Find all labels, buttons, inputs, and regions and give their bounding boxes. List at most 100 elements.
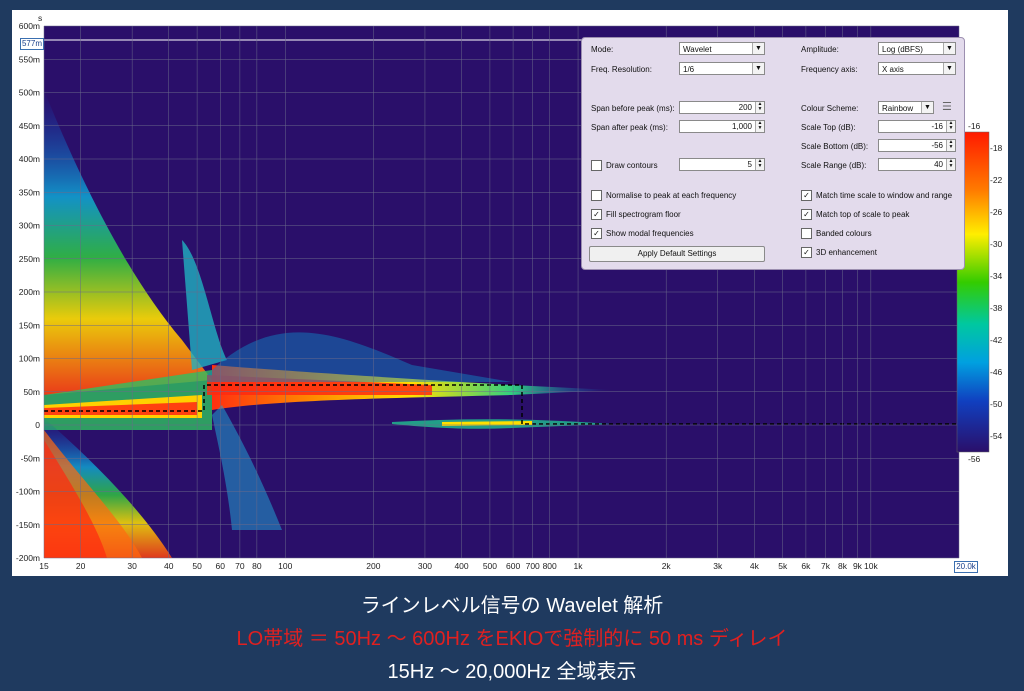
colorbar-bottom-label: -56 <box>968 454 981 464</box>
amplitude-select[interactable]: Log (dBFS) ▼ <box>878 42 956 55</box>
scale-top-input[interactable]: -16 ▲ ▼ <box>878 120 956 133</box>
y-axis-ticks: 600m 550m 500m 450m 400m 350m 300m 250m 200m 150m… <box>16 21 40 563</box>
colorbar-tick-label: -42 <box>990 335 1003 345</box>
spinner-icon[interactable]: ▲ ▼ <box>946 140 955 151</box>
colorbar-tick-label: -46 <box>990 367 1003 377</box>
fill-floor-label: Fill spectrogram floor <box>606 210 681 219</box>
y-tick-label: 100m <box>19 354 40 364</box>
y-tick-label: 150m <box>19 320 40 330</box>
spectrogram-settings-panel: Mode: Wavelet ▼ Freq. Resolution: 1/6 ▼ Am… <box>581 37 965 270</box>
x-tick-label: 2k <box>662 561 672 571</box>
span-after-label: Span after peak (ms): <box>591 123 668 132</box>
draw-contours-input[interactable]: 5 ▲ ▼ <box>679 158 765 171</box>
x-tick-label: 800 <box>543 561 557 571</box>
scale-range-label: Scale Range (dB): <box>801 161 867 170</box>
x-tick-label: 20 <box>76 561 86 571</box>
y-tick-label: -50m <box>21 453 40 463</box>
3d-enhancement-checkbox[interactable]: ✓ <box>801 247 812 258</box>
x-tick-label: 10k <box>864 561 878 571</box>
x-tick-label: 6k <box>801 561 811 571</box>
3d-enhancement-label: 3D enhancement <box>816 248 877 257</box>
chevron-down-icon: ▼ <box>943 43 955 54</box>
freq-resolution-select[interactable]: 1/6 ▼ <box>679 62 765 75</box>
x-tick-label: 30 <box>127 561 137 571</box>
colorbar-tick-label: -38 <box>990 303 1003 313</box>
x-tick-label: 4k <box>750 561 760 571</box>
x-tick-label: 200 <box>366 561 380 571</box>
x-tick-label: 40 <box>164 561 174 571</box>
x-cursor-readout: 20.0k <box>954 561 978 573</box>
colorbar-tick-label: -18 <box>990 143 1003 153</box>
spinner-icon[interactable]: ▲ ▼ <box>755 121 764 132</box>
mode-select[interactable]: Wavelet ▼ <box>679 42 765 55</box>
banded-colours-label: Banded colours <box>816 229 872 238</box>
apply-default-settings-button[interactable]: Apply Default Settings <box>589 246 765 262</box>
span-after-input[interactable]: 1,000 ▲ ▼ <box>679 120 765 133</box>
x-tick-label: 8k <box>838 561 848 571</box>
frequency-axis-select[interactable]: X axis ▼ <box>878 62 956 75</box>
colorbar-top-label: -16 <box>968 121 981 131</box>
x-tick-label: 80 <box>252 561 262 571</box>
colorbar-ticks: -18 -22 -26 -30 -34 -38 -42 -46 -50 -54 <box>990 143 1003 441</box>
x-tick-label: 7k <box>821 561 831 571</box>
spinner-icon[interactable]: ▲ ▼ <box>946 159 955 170</box>
y-tick-label: 0 <box>35 420 40 430</box>
scale-top-label: Scale Top (dB): <box>801 123 856 132</box>
x-tick-label: 9k <box>853 561 863 571</box>
caption-line-3: 15Hz ～ 20,000Hz 全域表示 <box>387 661 637 683</box>
normalise-label: Normalise to peak at each frequency <box>606 191 737 200</box>
scale-bottom-input[interactable]: -56 ▲ ▼ <box>878 139 956 152</box>
x-tick-label: 60 <box>216 561 226 571</box>
y-tick-label: 550m <box>19 54 40 64</box>
colorbar-tick-label: -50 <box>990 399 1003 409</box>
chevron-down-icon: ▼ <box>943 63 955 74</box>
banded-colours-checkbox[interactable] <box>801 228 812 239</box>
span-before-input[interactable]: 200 ▲ ▼ <box>679 101 765 114</box>
x-tick-label: 1k <box>574 561 584 571</box>
spinner-icon[interactable]: ▲ ▼ <box>755 102 764 113</box>
span-before-label: Span before peak (ms): <box>591 104 675 113</box>
chevron-down-icon: ▼ <box>921 102 933 113</box>
normalise-checkbox[interactable] <box>591 190 602 201</box>
frequency-axis-label: Frequency axis: <box>801 65 858 74</box>
y-cursor-readout: 577m <box>20 38 44 50</box>
x-tick-label: 700 <box>526 561 540 571</box>
y-tick-label: 50m <box>23 387 40 397</box>
scale-bottom-label: Scale Bottom (dB): <box>801 142 869 151</box>
modal-frequencies-checkbox[interactable]: ✓ <box>591 228 602 239</box>
x-tick-label: 500 <box>483 561 497 571</box>
colour-settings-icon[interactable]: ☰ <box>942 100 952 113</box>
fill-floor-checkbox[interactable]: ✓ <box>591 209 602 220</box>
colour-scheme-select[interactable]: Rainbow ▼ <box>878 101 934 114</box>
draw-contours-checkbox[interactable] <box>591 160 602 171</box>
spinner-icon[interactable]: ▲ ▼ <box>755 159 764 170</box>
colorbar-tick-label: -22 <box>990 175 1003 185</box>
x-tick-label: 50 <box>192 561 202 571</box>
scale-range-input[interactable]: 40 ▲ ▼ <box>878 158 956 171</box>
colorbar-tick-label: -30 <box>990 239 1003 249</box>
y-tick-label: -100m <box>16 487 40 497</box>
x-tick-label: 100 <box>278 561 292 571</box>
caption-line-2: LO帯域 ＝ 50Hz ～ 600Hz をEKIOで強制的に 50 ms ディレ… <box>236 628 788 650</box>
x-tick-label: 70 <box>235 561 245 571</box>
chevron-down-icon: ▼ <box>752 43 764 54</box>
x-tick-label: 5k <box>778 561 788 571</box>
y-tick-label: 600m <box>19 21 40 31</box>
match-time-checkbox[interactable]: ✓ <box>801 190 812 201</box>
x-tick-label: 300 <box>418 561 432 571</box>
caption-line-1: ラインレベル信号の Wavelet 解析 <box>360 595 664 617</box>
draw-contours-label: Draw contours <box>606 161 658 170</box>
x-tick-label: 400 <box>454 561 468 571</box>
colour-scheme-label: Colour Scheme: <box>801 104 859 113</box>
x-axis-ticks: 15 20 30 40 50 60 70 80 100 200 300 400 500 600 700 800… <box>39 561 961 571</box>
y-tick-label: -200m <box>16 553 40 563</box>
y-tick-label: 300m <box>19 221 40 231</box>
spinner-icon[interactable]: ▲ ▼ <box>946 121 955 132</box>
y-tick-label: 350m <box>19 187 40 197</box>
colorbar-tick-label: -26 <box>990 207 1003 217</box>
colorbar-tick-label: -54 <box>990 431 1003 441</box>
mode-label: Mode: <box>591 45 614 54</box>
match-top-checkbox[interactable]: ✓ <box>801 209 812 220</box>
y-tick-label: 200m <box>19 287 40 297</box>
amplitude-label: Amplitude: <box>801 45 839 54</box>
